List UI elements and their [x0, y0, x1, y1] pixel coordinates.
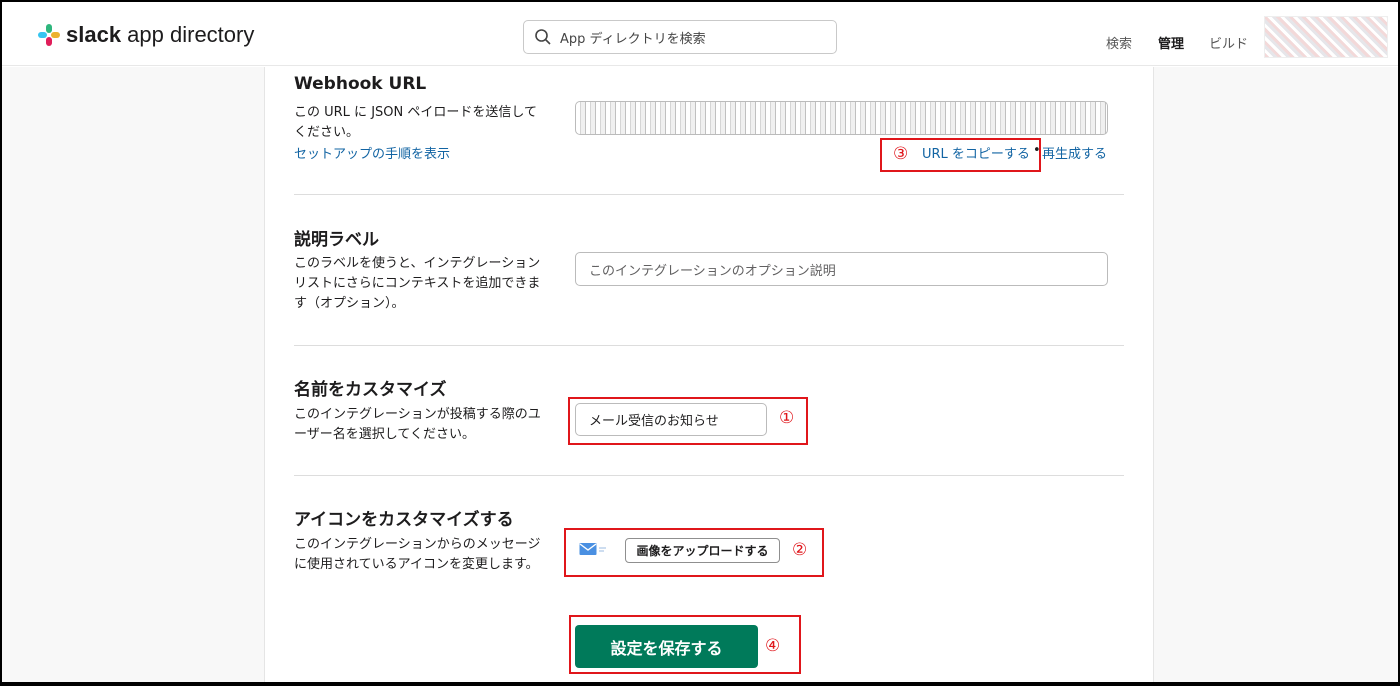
- description-label-desc: このラベルを使うと、インテグレーションリストにさらにコンテキストを追加できます（…: [294, 256, 541, 311]
- search-input[interactable]: App ディレクトリを検索: [523, 20, 837, 54]
- brand-text: slack app directory: [66, 22, 255, 47]
- search-icon: [535, 29, 551, 45]
- nav-search[interactable]: 検索: [1106, 33, 1132, 52]
- annotation-2: ②: [792, 540, 808, 560]
- annotation-box-2: [564, 528, 824, 577]
- slack-app-directory-logo[interactable]: slack app directory: [38, 22, 254, 48]
- nav-build[interactable]: ビルド: [1209, 33, 1248, 52]
- webhook-url-desc: この URL に JSON ペイロードを送信してください。: [294, 105, 537, 140]
- setup-instructions-link[interactable]: セットアップの手順を表示: [294, 145, 544, 165]
- webhook-url-field[interactable]: [575, 101, 1108, 135]
- workspace-avatar[interactable]: [1264, 16, 1388, 58]
- section-divider: [294, 345, 1124, 346]
- customize-icon-desc: このインテグレーションからのメッセージに使用されているアイコンを変更します。: [294, 537, 541, 572]
- search-placeholder: App ディレクトリを検索: [560, 31, 706, 47]
- webhook-url-title: Webhook URL: [294, 74, 427, 94]
- top-bar: slack app directory App ディレクトリを検索 検索 管理 …: [2, 2, 1398, 66]
- description-label-input[interactable]: このインテグレーションのオプション説明: [575, 252, 1108, 286]
- customize-icon-title: アイコンをカスタマイズする: [294, 510, 514, 530]
- customize-name-desc: このインテグレーションが投稿する際のユーザー名を選択してください。: [294, 407, 541, 442]
- annotation-4: ④: [765, 636, 781, 656]
- section-divider: [294, 194, 1124, 195]
- slack-logo-icon: [38, 24, 60, 46]
- customize-name-title: 名前をカスタマイズ: [294, 380, 447, 400]
- description-label-placeholder: このインテグレーションのオプション説明: [589, 263, 836, 279]
- nav-manage[interactable]: 管理: [1158, 33, 1184, 52]
- annotation-1: ①: [779, 408, 795, 428]
- annotation-3: ③: [893, 144, 909, 164]
- annotation-box-1: [568, 397, 808, 445]
- description-label-title: 説明ラベル: [294, 230, 379, 250]
- section-divider: [294, 475, 1124, 476]
- regenerate-link[interactable]: 再生成する: [1042, 143, 1107, 162]
